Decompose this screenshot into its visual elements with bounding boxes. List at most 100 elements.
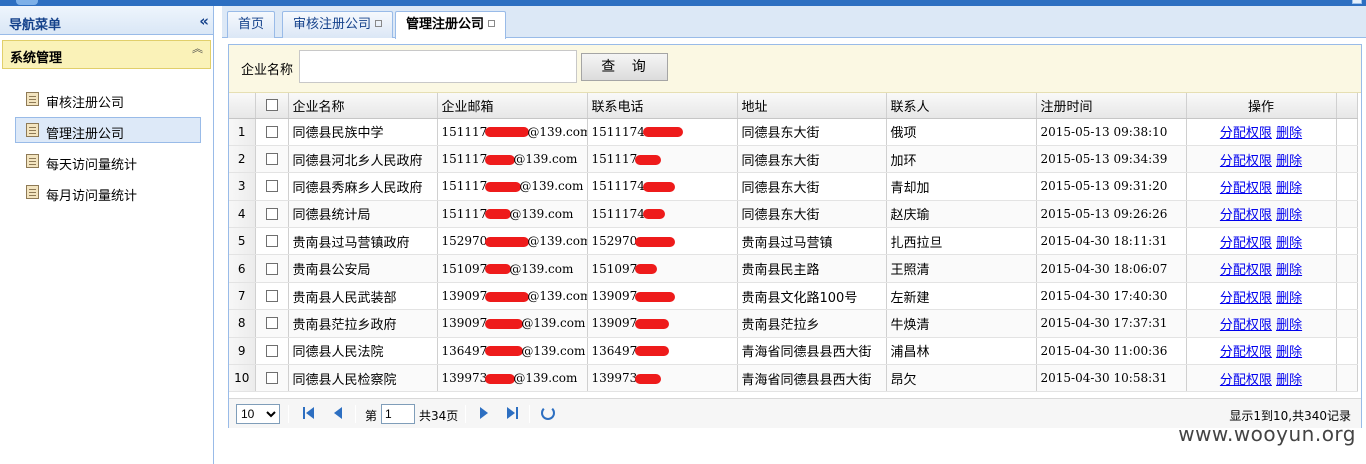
company-name-input[interactable] [299,50,577,83]
contact-cell: 昂欠 [886,364,1037,393]
phone-cell: 139097 [587,282,738,311]
collapse-left-icon[interactable]: « [199,12,209,30]
checkbox-icon[interactable] [265,207,278,220]
assign-permission-link[interactable]: 分配权限 [1220,236,1272,251]
page-number-input[interactable] [381,404,415,424]
delete-link[interactable]: 删除 [1276,126,1302,141]
row-checkbox[interactable] [255,227,289,256]
nav-group-system[interactable]: 系统管理 ︽ [2,40,211,69]
tab-review-companies[interactable]: 审核注册公司 [282,11,394,38]
table-row[interactable]: 4 同德县统计局 151117 @139.com 1511174 同德县东大街 赵庆瑜 201… [229,200,1358,229]
contact-cell: 赵庆瑜 [886,200,1037,229]
prev-page-icon[interactable] [331,406,345,420]
checkbox-icon[interactable] [265,125,278,138]
delete-link[interactable]: 删除 [1276,263,1302,278]
table-row[interactable]: 3 同德县秀麻乡人民政府 151117 @139.com 1511174 同德县东大街 青却… [229,172,1358,201]
delete-link[interactable]: 删除 [1276,208,1302,223]
row-checkbox[interactable] [255,145,289,174]
row-checkbox[interactable] [255,200,289,229]
assign-permission-link[interactable]: 分配权限 [1220,181,1272,196]
tab-manage-companies[interactable]: 管理注册公司 [395,11,507,39]
redaction-mark [485,373,516,384]
row-checkbox[interactable] [255,282,289,311]
assign-permission-link[interactable]: 分配权限 [1220,345,1272,360]
first-page-icon[interactable] [302,406,316,420]
checkbox-icon[interactable] [265,344,278,357]
table-row[interactable]: 8 贵南县茫拉乡政府 139097 @139.com 139097 贵南县茫拉乡 牛焕清 20… [229,309,1358,338]
assign-permission-link[interactable]: 分配权限 [1220,291,1272,306]
row-checkbox[interactable] [255,254,289,283]
row-checkbox[interactable] [255,364,289,393]
table-row[interactable]: 1 同德县民族中学 151117 @139.com 1511174 同德县东大街 俄项 201… [229,118,1358,146]
redaction-mark [635,373,662,384]
column-header-contact[interactable]: 联系人 [886,93,1037,119]
checkbox-icon[interactable] [265,235,278,248]
email-domain: @139.com [521,316,586,331]
tab-close-icon[interactable] [375,20,383,27]
table-row[interactable]: 6 贵南县公安局 151097 @139.com 151097 贵南县民主路 王照清 2015… [229,254,1358,283]
row-checkbox[interactable] [255,118,289,146]
delete-link[interactable]: 删除 [1276,236,1302,251]
checkbox-icon[interactable] [265,99,278,112]
checkbox-icon[interactable] [265,372,278,385]
collapse-up-icon[interactable]: ︽ [192,43,203,54]
window-close-icon[interactable] [1352,0,1362,4]
assign-permission-link[interactable]: 分配权限 [1220,263,1272,278]
delete-link[interactable]: 删除 [1276,154,1302,169]
checkbox-icon[interactable] [265,153,278,166]
search-bar: 企业名称 查 询 [229,45,1361,93]
column-header-phone[interactable]: 联系电话 [587,93,738,119]
checkbox-icon[interactable] [265,290,278,303]
company-name-cell: 同德县人民检察院 [288,364,438,393]
row-filler [1336,254,1358,283]
register-time-cell: 2015-05-13 09:26:26 [1036,200,1187,229]
row-checkbox[interactable] [255,337,289,366]
contact-cell: 浦昌林 [886,337,1037,366]
search-button[interactable]: 查 询 [581,53,668,81]
assign-permission-link[interactable]: 分配权限 [1220,126,1272,141]
row-checkbox[interactable] [255,172,289,201]
column-header-address[interactable]: 地址 [737,93,887,119]
table-row[interactable]: 10 同德县人民检察院 139973 @139.com 139973 青海省同德县县西大街… [229,364,1358,393]
table-row[interactable]: 5 贵南县过马营镇政府 152970 @139.com 152970 贵南县过马营镇 扎西拉… [229,227,1358,256]
nav-item-review-companies[interactable]: 审核注册公司 [15,86,201,112]
delete-link[interactable]: 删除 [1276,318,1302,333]
checkbox-icon[interactable] [265,262,278,275]
page-size-select[interactable]: 10 [236,404,280,424]
assign-permission-link[interactable]: 分配权限 [1220,208,1272,223]
contact-cell: 俄项 [886,118,1037,146]
delete-link[interactable]: 删除 [1276,345,1302,360]
column-header-name[interactable]: 企业名称 [288,93,438,119]
column-header-time[interactable]: 注册时间 [1036,93,1187,119]
last-page-icon[interactable] [505,406,519,420]
nav-item-manage-companies[interactable]: 管理注册公司 [15,117,201,143]
redaction-mark [485,318,524,329]
checkbox-icon[interactable] [265,317,278,330]
column-header-email[interactable]: 企业邮箱 [437,93,588,119]
assign-permission-link[interactable]: 分配权限 [1220,373,1272,388]
assign-permission-link[interactable]: 分配权限 [1220,318,1272,333]
table-row[interactable]: 2 同德县河北乡人民政府 151117 @139.com 151117 同德县东大街 加环 2… [229,145,1358,174]
next-page-icon[interactable] [477,406,491,420]
phone-cell: 152970 [587,227,738,256]
row-number: 4 [229,200,256,229]
table-row[interactable]: 9 同德县人民法院 136497 @139.com 136497 青海省同德县县西大街 浦昌… [229,337,1358,366]
tab-label: 管理注册公司 [406,17,485,32]
email-cell: 152970 @139.com [437,227,588,256]
delete-link[interactable]: 删除 [1276,291,1302,306]
table-row[interactable]: 7 贵南县人民武装部 139097 @139.com 139097 贵南县文化路100号左… [229,282,1358,311]
select-all-checkbox[interactable] [255,93,289,119]
refresh-icon[interactable] [541,406,555,420]
redaction-mark [485,127,530,138]
assign-permission-link[interactable]: 分配权限 [1220,154,1272,169]
row-checkbox[interactable] [255,309,289,338]
tab-close-icon[interactable] [488,20,496,27]
phone-cell: 151117 [587,145,738,174]
nav-item-monthly-visits[interactable]: 每月访问量统计 [15,179,201,205]
checkbox-icon[interactable] [265,180,278,193]
nav-item-daily-visits[interactable]: 每天访问量统计 [15,148,201,174]
phone-prefix: 152970 [591,234,638,249]
delete-link[interactable]: 删除 [1276,181,1302,196]
tab-home[interactable]: 首页 [227,11,276,38]
delete-link[interactable]: 删除 [1276,373,1302,388]
